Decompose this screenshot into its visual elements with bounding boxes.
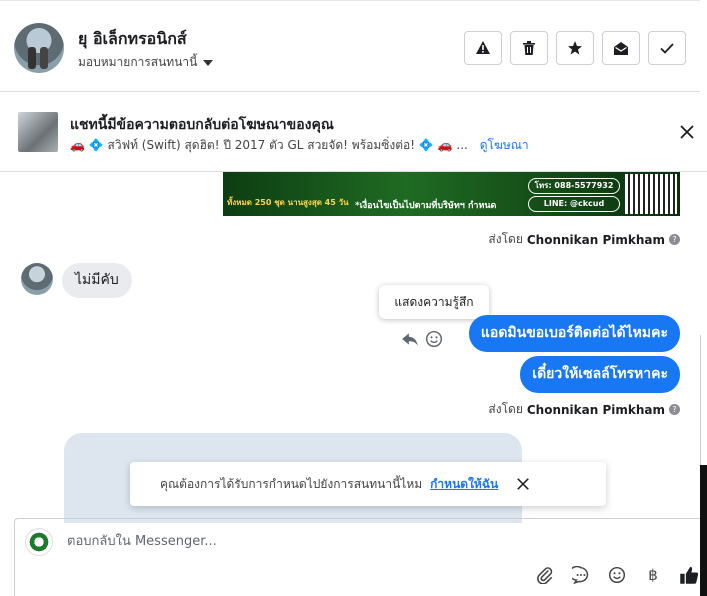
- caret-down-icon: [203, 59, 214, 66]
- star-icon: [568, 41, 582, 55]
- header-actions: [464, 31, 686, 65]
- scrollbar[interactable]: [700, 465, 707, 596]
- attach-button[interactable]: [535, 565, 555, 585]
- payment-button[interactable]: ฿: [643, 565, 663, 585]
- banner-mid-text: *เงื่อนไขเป็นไปตามที่บริษัทฯ กำหนด: [355, 201, 497, 211]
- sent-by-info: ส่งโดย Chonnikan Pimkham ?: [488, 230, 680, 249]
- assign-dropdown[interactable]: มอบหมายการสนทนานี้: [78, 53, 214, 72]
- banner-phone: โทร: 088-5577932: [528, 178, 620, 194]
- ad-thumbnail[interactable]: [18, 112, 58, 152]
- sent-by-label: ส่งโดย: [488, 402, 523, 416]
- banner-left-text: ทั้งหมด 250 ชุด นานสูงสุด 45 วัน: [227, 198, 349, 207]
- close-icon[interactable]: [516, 477, 530, 491]
- page-avatar: [25, 528, 53, 556]
- outgoing-message[interactable]: แอดมินขอเบอร์ติดต่อได้ไหมคะ: [468, 315, 680, 352]
- banner-line: LINE: @ckcud: [528, 196, 620, 212]
- contact-avatar-small[interactable]: [21, 263, 53, 295]
- mark-unread-button[interactable]: [602, 31, 640, 65]
- smiley-icon[interactable]: [425, 330, 443, 348]
- saved-replies-button[interactable]: [571, 565, 591, 585]
- help-icon[interactable]: ?: [669, 234, 680, 245]
- toast-text: คุณต้องการได้รับการกำหนดไปยังการสนทนานี้…: [160, 476, 423, 491]
- ad-banner-image[interactable]: ทั้งหมด 250 ชุด นานสูงสุด 45 วัน *เงื่อน…: [223, 172, 680, 216]
- composer-tools: ฿: [535, 565, 699, 585]
- reply-icon[interactable]: [401, 330, 419, 348]
- baht-icon: ฿: [648, 566, 658, 584]
- paperclip-icon: [537, 567, 553, 584]
- contact-name[interactable]: ยุ อิเล็กทรอนิกส์: [78, 27, 187, 52]
- close-icon[interactable]: [679, 124, 695, 140]
- sender-name: Chonnikan Pimkham: [526, 232, 665, 247]
- ad-description: 🚗 💠 สวิฟท์ (Swift) สุดฮิต! ปี 2017 ตัว G…: [70, 138, 468, 152]
- thumbs-up-icon: [680, 566, 699, 584]
- reply-input[interactable]: [65, 533, 669, 550]
- assign-toast: คุณต้องการได้รับการกำหนดไปยังการสนทนานี้…: [130, 462, 606, 506]
- ad-subtitle: 🚗 💠 สวิฟท์ (Swift) สุดฮิต! ปี 2017 ตัว G…: [70, 136, 529, 155]
- star-button[interactable]: [556, 31, 594, 65]
- view-ad-link[interactable]: ดูโฆษณา: [480, 138, 529, 152]
- smiley-icon: [608, 566, 626, 584]
- delete-button[interactable]: [510, 31, 548, 65]
- reaction-tooltip: แสดงความรู้สึก: [379, 285, 489, 319]
- chat-bubble-icon: [572, 566, 589, 584]
- contact-avatar[interactable]: [14, 23, 64, 73]
- assign-to-me-link[interactable]: กำหนดให้ฉัน: [430, 475, 498, 494]
- divider: [700, 335, 701, 465]
- ad-context-bar: แชทนี้มีข้อความตอบกลับต่อโฆษณาของคุณ 🚗 💠…: [0, 92, 707, 172]
- like-button[interactable]: [679, 565, 699, 585]
- mark-done-button[interactable]: [648, 31, 686, 65]
- warning-icon: [476, 41, 490, 54]
- assign-label: มอบหมายการสนทนานี้: [78, 55, 198, 69]
- envelope-open-icon: [614, 42, 628, 55]
- sent-by-info: ส่งโดย Chonnikan Pimkham ?: [488, 400, 680, 419]
- emoji-button[interactable]: [607, 565, 627, 585]
- report-spam-button[interactable]: [464, 31, 502, 65]
- check-icon: [660, 43, 674, 54]
- incoming-message[interactable]: ไม่มีคับ: [62, 263, 132, 298]
- sender-name: Chonnikan Pimkham: [526, 402, 665, 417]
- trash-icon: [523, 41, 535, 55]
- conversation-header: ยุ อิเล็กทรอนิกส์ มอบหมายการสนทนานี้: [0, 0, 700, 92]
- ad-title: แชทนี้มีข้อความตอบกลับต่อโฆษณาของคุณ: [70, 117, 334, 133]
- sent-by-label: ส่งโดย: [488, 232, 523, 246]
- reply-composer: ฿: [14, 518, 704, 596]
- help-icon[interactable]: ?: [669, 404, 680, 415]
- outgoing-message[interactable]: เดี๋ยวให้เซลล์โทรหาคะ: [520, 356, 680, 393]
- qr-code-image: [625, 174, 677, 214]
